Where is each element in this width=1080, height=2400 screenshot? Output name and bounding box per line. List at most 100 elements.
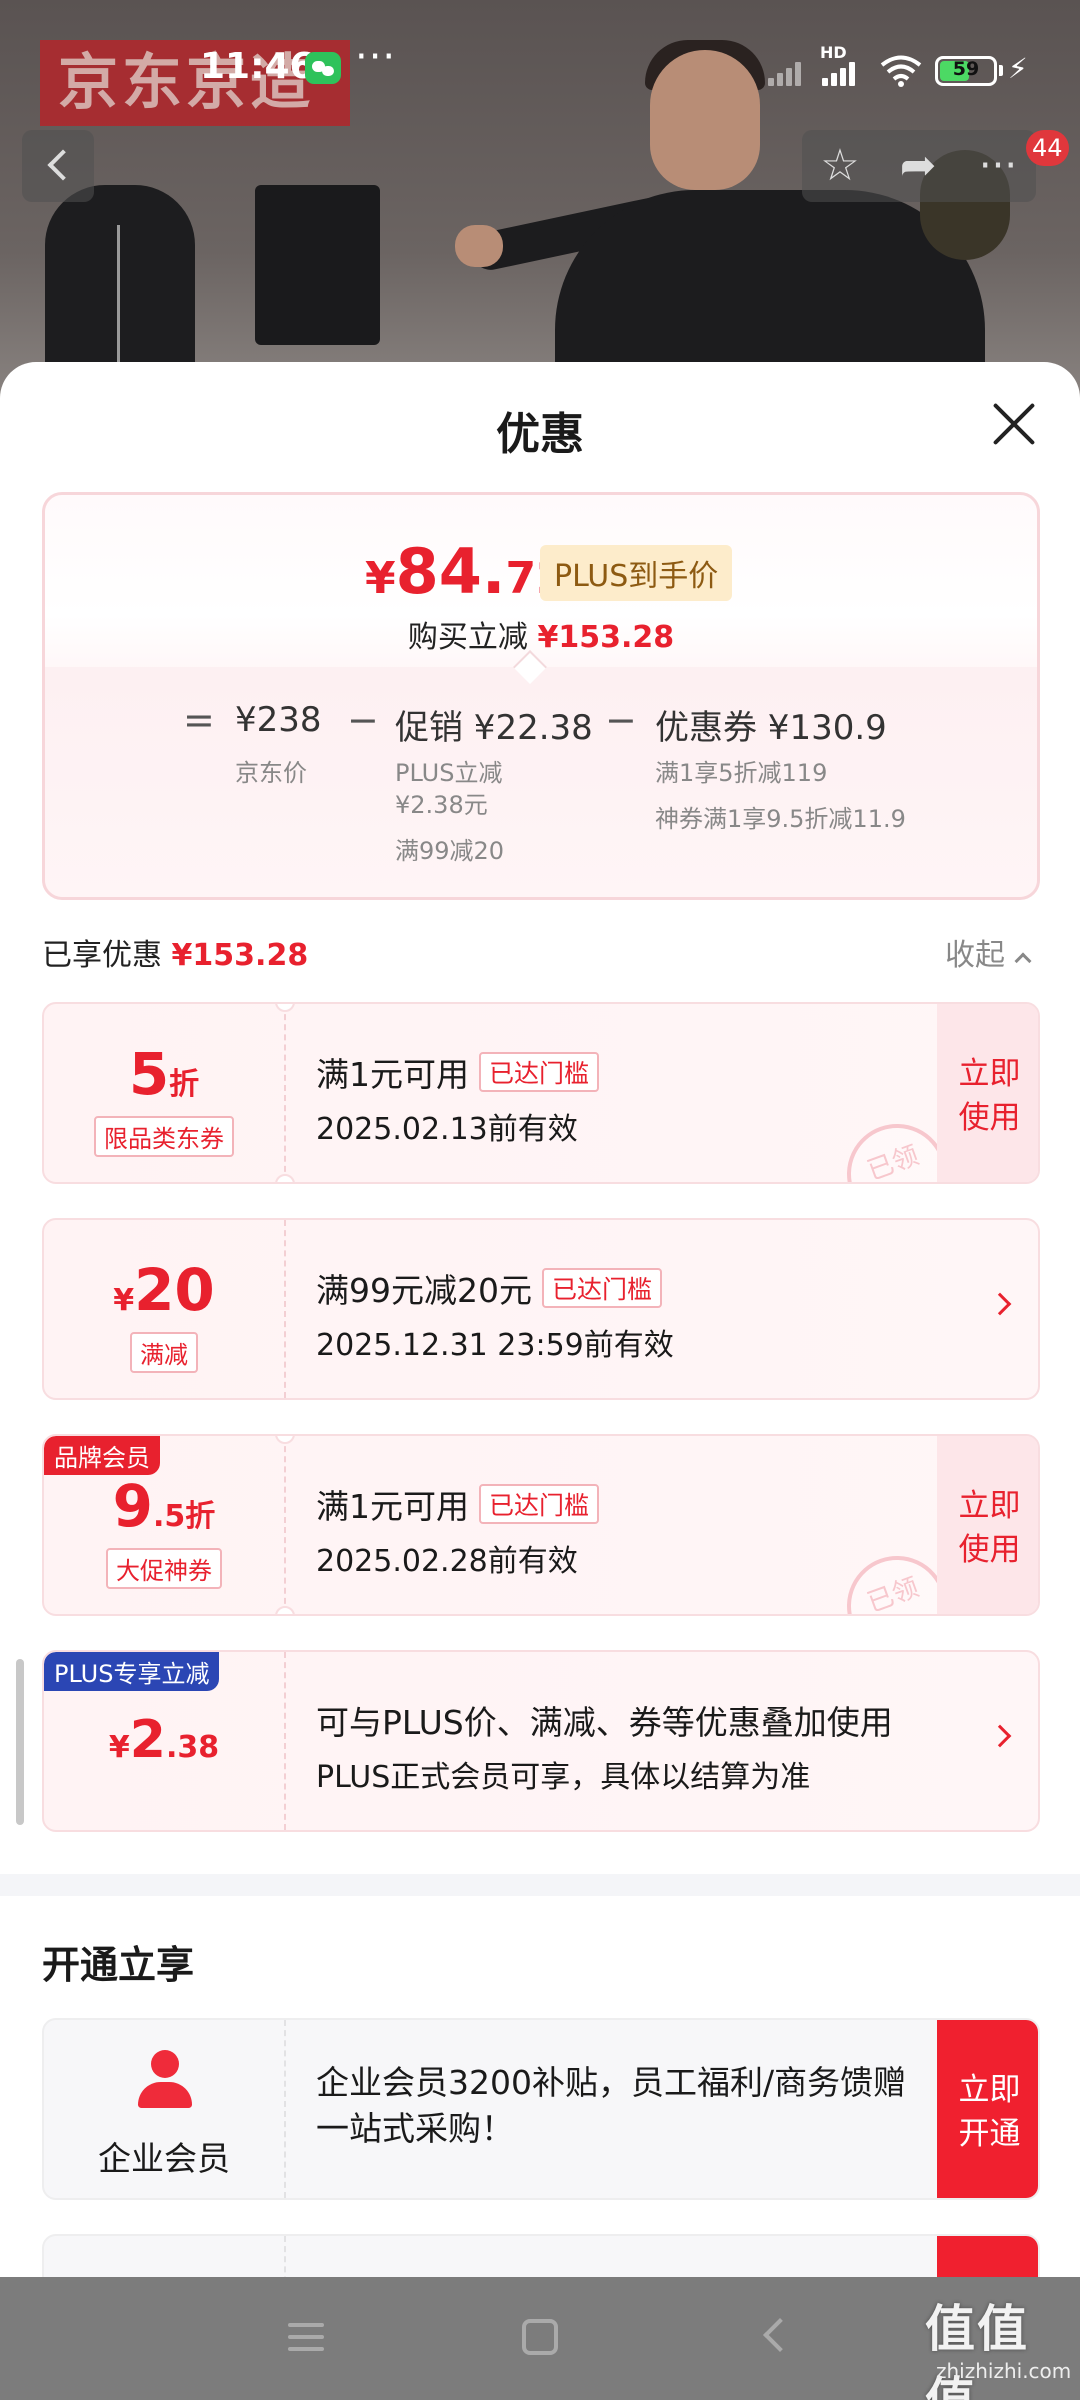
coupon-title: 满1元可用 已达门槛 bbox=[316, 1480, 600, 1528]
more-icon[interactable]: ··· bbox=[968, 138, 1028, 194]
close-icon[interactable] bbox=[990, 400, 1038, 448]
notification-badge[interactable]: 44 bbox=[1026, 130, 1069, 166]
use-btn-line1: 立即 bbox=[958, 1488, 1021, 1524]
coupon-title-text: 满99元减20元 bbox=[316, 1271, 532, 1310]
coupon-type: 满减 bbox=[44, 1332, 284, 1373]
back-icon[interactable] bbox=[763, 2318, 797, 2352]
final-price: ¥84.72 bbox=[365, 535, 567, 608]
open-btn-line1: 立即 bbox=[958, 2072, 1021, 2108]
wifi-icon bbox=[880, 55, 922, 87]
status-bar: 11:46 ··· HD 59 ⚡ bbox=[0, 34, 1080, 100]
minus-sign: − bbox=[605, 698, 637, 742]
coupon-validity: 2025.02.28前有效 bbox=[316, 1544, 578, 1579]
promo-sub-plus: PLUS立减 bbox=[395, 759, 503, 787]
share-icon[interactable]: ➦ bbox=[888, 138, 948, 194]
status-time: 11:46 bbox=[200, 46, 315, 87]
coupon-notch bbox=[275, 1004, 295, 1012]
coupon-type-label: 大促神券 bbox=[106, 1548, 222, 1589]
plus-desc-line2: PLUS正式会员可享，具体以结算为准 bbox=[316, 1760, 811, 1795]
menu-icon[interactable] bbox=[288, 2323, 324, 2351]
coupon-title-text: 满1元可用 bbox=[316, 1487, 469, 1526]
plus-discount-card[interactable]: PLUS专享立减 ¥2.38 可与PLUS价、满减、券等优惠叠加使用 PLUS正… bbox=[42, 1650, 1040, 1832]
save-line: 购买立减 ¥153.28 bbox=[45, 612, 1037, 656]
minus-sign: − bbox=[347, 698, 379, 742]
member-desc: 企业会员3200补贴，员工福利/商务馈赠一站式采购！ bbox=[316, 2063, 907, 2148]
wechat-icon bbox=[305, 52, 341, 84]
coupon-card[interactable]: 5折 限品类东券 满1元可用 已达门槛 2025.02.13前有效 已领 立即 使… bbox=[42, 1002, 1040, 1184]
final-price-int: 84. bbox=[395, 535, 506, 608]
member-card-partial[interactable] bbox=[42, 2234, 1040, 2277]
enterprise-member-card[interactable]: 企业会员 企业会员3200补贴，员工福利/商务馈赠一站式采购！ 立即 开通 bbox=[42, 2018, 1040, 2200]
jd-price: ¥238 bbox=[235, 700, 322, 740]
coupon-divider bbox=[284, 1004, 286, 1182]
save-amount: ¥153.28 bbox=[537, 620, 675, 655]
coupon-type-label: 限品类东券 bbox=[94, 1116, 234, 1157]
brand-member-label: 品牌会员 bbox=[44, 1436, 160, 1475]
equals-sign: = bbox=[183, 698, 215, 742]
coupon-type: 限品类东券 bbox=[44, 1116, 284, 1157]
product-shorts-image bbox=[255, 185, 380, 345]
coupon-amount: 优惠券 ¥130.9 bbox=[655, 708, 887, 748]
coupon-value-big: 9 bbox=[112, 1472, 154, 1540]
open-now-button[interactable] bbox=[937, 2236, 1038, 2277]
coupon-type: 大促神券 bbox=[44, 1548, 284, 1589]
threshold-tag: 已达门槛 bbox=[541, 1268, 662, 1308]
save-prefix: 购买立减 bbox=[407, 620, 528, 655]
use-btn-line1: 立即 bbox=[958, 1056, 1021, 1092]
coupon-value: 5折 bbox=[44, 1040, 284, 1108]
coupon-divider bbox=[284, 1436, 286, 1614]
enjoyed-amount: ¥153.28 bbox=[171, 938, 309, 973]
collapse-button[interactable]: 收起 bbox=[945, 930, 1032, 974]
use-btn-line2: 使用 bbox=[958, 1532, 1021, 1568]
coupon-value-decimal: .38 bbox=[165, 1730, 220, 1765]
chevron-right-icon[interactable] bbox=[988, 1724, 1012, 1748]
coupon-value: 9.5折 bbox=[44, 1472, 284, 1540]
header-action-group: ☆ ➦ ··· bbox=[802, 130, 1036, 202]
signal-icon bbox=[768, 58, 808, 86]
home-icon[interactable] bbox=[522, 2319, 558, 2355]
status-more-dots: ··· bbox=[355, 34, 397, 80]
coupon-notch bbox=[275, 1436, 295, 1444]
battery-percent: 59 bbox=[952, 58, 980, 80]
price-summary-card: ¥84.72 PLUS到手价 购买立减 ¥153.28 = ¥238 京东价 −… bbox=[42, 492, 1040, 900]
battery-nub bbox=[999, 65, 1003, 76]
coupon-sub-1: 满1享5折减119 bbox=[655, 759, 828, 787]
use-now-button[interactable]: 立即 使用 bbox=[937, 1436, 1038, 1614]
coupon-divider bbox=[284, 1652, 286, 1830]
use-btn-line2: 使用 bbox=[958, 1100, 1021, 1136]
jd-price-label: 京东价 bbox=[235, 759, 307, 787]
coupon-value-unit: .5折 bbox=[153, 1499, 216, 1534]
member-divider bbox=[284, 2020, 286, 2198]
coupon-value-big: 2 bbox=[129, 1710, 166, 1770]
coupon-card[interactable]: 品牌会员 9.5折 大促神券 满1元可用 已达门槛 2025.02.28前有效 已… bbox=[42, 1434, 1040, 1616]
scrollbar[interactable] bbox=[16, 1659, 24, 1825]
collapse-label: 收起 bbox=[945, 938, 1005, 973]
enjoyed-label: 已享优惠 bbox=[42, 938, 162, 973]
signal-icon bbox=[822, 58, 862, 86]
coupon-validity: 2025.12.31 23:59前有效 bbox=[316, 1328, 674, 1363]
promo-amount: 促销 ¥22.38 bbox=[395, 708, 593, 748]
watermark-logo: 值值值 bbox=[925, 2300, 1029, 2400]
plus-exclusive-label: PLUS专享立减 bbox=[44, 1652, 220, 1691]
plus-price-tag: PLUS到手价 bbox=[540, 545, 733, 601]
coupon-card[interactable]: ¥20 满减 满99元减20元 已达门槛 2025.12.31 23:59前有效 bbox=[42, 1218, 1040, 1400]
member-name: 企业会员 bbox=[98, 2139, 230, 2178]
coupon-divider bbox=[284, 1220, 286, 1398]
chevron-right-icon[interactable] bbox=[988, 1292, 1012, 1316]
coupon-value: ¥20 bbox=[44, 1256, 284, 1324]
threshold-tag: 已达门槛 bbox=[479, 1052, 600, 1092]
section-divider bbox=[0, 1874, 1080, 1896]
promo-sub-plus-amount: ¥2.38元 bbox=[395, 791, 488, 819]
star-icon[interactable]: ☆ bbox=[810, 138, 870, 194]
coupon-notch bbox=[275, 1174, 295, 1182]
coupon-value-prefix: ¥ bbox=[113, 1283, 135, 1318]
coupon-notch bbox=[275, 1606, 295, 1614]
chevron-up-icon bbox=[1014, 952, 1032, 970]
sheet-title: 优惠 bbox=[496, 409, 584, 460]
charging-icon: ⚡ bbox=[1008, 52, 1028, 85]
open-now-button[interactable]: 立即 开通 bbox=[937, 2020, 1038, 2198]
coupon-title: 满1元可用 已达门槛 bbox=[316, 1048, 600, 1096]
back-button[interactable] bbox=[22, 130, 94, 202]
use-now-button[interactable]: 立即 使用 bbox=[937, 1004, 1038, 1182]
coupon-value-big: 20 bbox=[134, 1256, 215, 1324]
